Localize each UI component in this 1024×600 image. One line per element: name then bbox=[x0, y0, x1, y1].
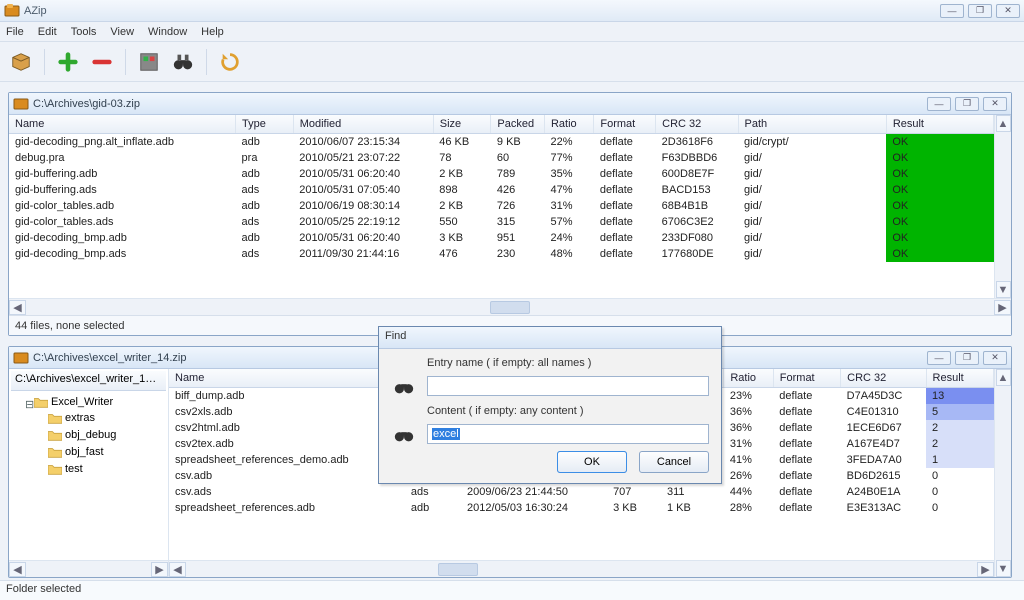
menu-file[interactable]: File bbox=[6, 26, 24, 38]
table-row[interactable]: gid-buffering.adbadb2010/05/31 06:20:402… bbox=[9, 166, 994, 182]
col-header[interactable]: Name bbox=[169, 369, 405, 388]
col-header[interactable]: Result bbox=[886, 115, 993, 134]
cancel-button[interactable]: Cancel bbox=[639, 451, 709, 473]
archive-1-status: 44 files, none selected bbox=[15, 320, 124, 332]
maximize-button[interactable]: ❐ bbox=[968, 4, 992, 18]
toolbar bbox=[0, 42, 1024, 82]
archive-window-1-title: C:\Archives\gid-03.zip bbox=[33, 98, 927, 110]
col-header[interactable]: Ratio bbox=[724, 369, 773, 388]
menu-help[interactable]: Help bbox=[201, 26, 224, 38]
add-button[interactable] bbox=[53, 47, 83, 77]
close-button[interactable]: ✕ bbox=[996, 4, 1020, 18]
table-row[interactable]: gid-buffering.adsads2010/05/31 07:05:408… bbox=[9, 182, 994, 198]
entry-name-input[interactable] bbox=[427, 376, 709, 396]
table-row[interactable]: csv.adsads2009/06/23 21:44:5070731144%de… bbox=[169, 484, 994, 500]
binoculars-icon bbox=[391, 423, 417, 445]
child2-maximize[interactable]: ❐ bbox=[955, 351, 979, 365]
table-row[interactable]: spreadsheet_references.adbadb2012/05/03 … bbox=[169, 500, 994, 516]
child1-minimize[interactable]: — bbox=[927, 97, 951, 111]
remove-button[interactable] bbox=[87, 47, 117, 77]
test-button[interactable] bbox=[134, 47, 164, 77]
table-row[interactable]: gid-decoding_png.alt_inflate.adbadb2010/… bbox=[9, 134, 994, 151]
minimize-button[interactable]: — bbox=[940, 4, 964, 18]
menu-tools[interactable]: Tools bbox=[71, 26, 97, 38]
file-table-1[interactable]: NameTypeModifiedSizePackedRatioFormatCRC… bbox=[9, 115, 994, 262]
col-header[interactable]: Name bbox=[9, 115, 236, 134]
col-header[interactable]: CRC 32 bbox=[841, 369, 926, 388]
child1-close[interactable]: ✕ bbox=[983, 97, 1007, 111]
col-header[interactable]: Packed bbox=[491, 115, 545, 134]
archive-window-1: C:\Archives\gid-03.zip — ❐ ✕ NameTypeMod… bbox=[8, 92, 1012, 336]
menubar: File Edit Tools View Window Help bbox=[0, 22, 1024, 42]
col-header[interactable]: Type bbox=[236, 115, 294, 134]
minus-icon bbox=[91, 51, 113, 73]
table-row[interactable]: gid-decoding_bmp.adbadb2010/05/31 06:20:… bbox=[9, 230, 994, 246]
vscrollbar[interactable]: ▲▼ bbox=[994, 115, 1011, 298]
archive-icon bbox=[13, 350, 29, 366]
tree-root[interactable]: Excel_Writer bbox=[51, 396, 113, 408]
app-titlebar: AZip — ❐ ✕ bbox=[0, 0, 1024, 22]
binoculars-icon bbox=[391, 375, 417, 397]
refresh-icon bbox=[219, 51, 241, 73]
find-dialog-title: Find bbox=[379, 327, 721, 349]
box-icon bbox=[10, 51, 32, 73]
hscrollbar[interactable]: ◀▶ bbox=[9, 298, 1011, 315]
plus-icon bbox=[57, 51, 79, 73]
tree-hscrollbar[interactable]: ◀▶ bbox=[9, 560, 169, 577]
table-row[interactable]: debug.prapra2010/05/21 23:07:22786077%de… bbox=[9, 150, 994, 166]
col-header[interactable]: Format bbox=[773, 369, 840, 388]
archive-test-icon bbox=[138, 51, 160, 73]
find-dialog: Find Entry name ( if empty: all names ) … bbox=[378, 326, 722, 484]
entry-name-label: Entry name ( if empty: all names ) bbox=[427, 357, 591, 369]
tree-title: C:\Archives\excel_writer_1… bbox=[11, 371, 166, 391]
col-header[interactable]: CRC 32 bbox=[656, 115, 738, 134]
archive-icon bbox=[13, 96, 29, 112]
app-statusbar: Folder selected bbox=[0, 580, 1024, 600]
open-archive-button[interactable] bbox=[6, 47, 36, 77]
table-row[interactable]: gid-color_tables.adbadb2010/06/19 08:30:… bbox=[9, 198, 994, 214]
child2-minimize[interactable]: — bbox=[927, 351, 951, 365]
menu-window[interactable]: Window bbox=[148, 26, 187, 38]
vscrollbar-2[interactable]: ▲▼ bbox=[994, 369, 1011, 577]
col-header[interactable]: Ratio bbox=[544, 115, 593, 134]
tree-node[interactable]: extras bbox=[48, 412, 95, 424]
col-header[interactable]: Size bbox=[433, 115, 491, 134]
tree-node[interactable]: obj_fast bbox=[48, 446, 104, 458]
folder-icon bbox=[34, 396, 48, 408]
content-label: Content ( if empty: any content ) bbox=[427, 405, 584, 417]
col-header[interactable]: Modified bbox=[293, 115, 433, 134]
tree-node[interactable]: obj_debug bbox=[48, 429, 116, 441]
hscrollbar-2[interactable]: ◀▶ bbox=[169, 560, 994, 577]
refresh-button[interactable] bbox=[215, 47, 245, 77]
binoculars-icon bbox=[172, 51, 194, 73]
table-row[interactable]: gid-decoding_bmp.adsads2011/09/30 21:44:… bbox=[9, 246, 994, 262]
find-button[interactable] bbox=[168, 47, 198, 77]
col-header[interactable]: Format bbox=[594, 115, 656, 134]
app-status-text: Folder selected bbox=[6, 583, 81, 595]
ok-button[interactable]: OK bbox=[557, 451, 627, 473]
col-header[interactable]: Path bbox=[738, 115, 886, 134]
folder-tree[interactable]: C:\Archives\excel_writer_1… ⊟Excel_Write… bbox=[9, 369, 169, 577]
app-icon bbox=[4, 3, 20, 19]
app-title: AZip bbox=[24, 5, 940, 17]
col-header[interactable]: Result bbox=[926, 369, 993, 388]
menu-edit[interactable]: Edit bbox=[38, 26, 57, 38]
menu-view[interactable]: View bbox=[110, 26, 134, 38]
child2-close[interactable]: ✕ bbox=[983, 351, 1007, 365]
tree-node[interactable]: test bbox=[48, 463, 83, 475]
content-input[interactable]: excel bbox=[427, 424, 709, 444]
child1-maximize[interactable]: ❐ bbox=[955, 97, 979, 111]
table-row[interactable]: gid-color_tables.adsads2010/05/25 22:19:… bbox=[9, 214, 994, 230]
